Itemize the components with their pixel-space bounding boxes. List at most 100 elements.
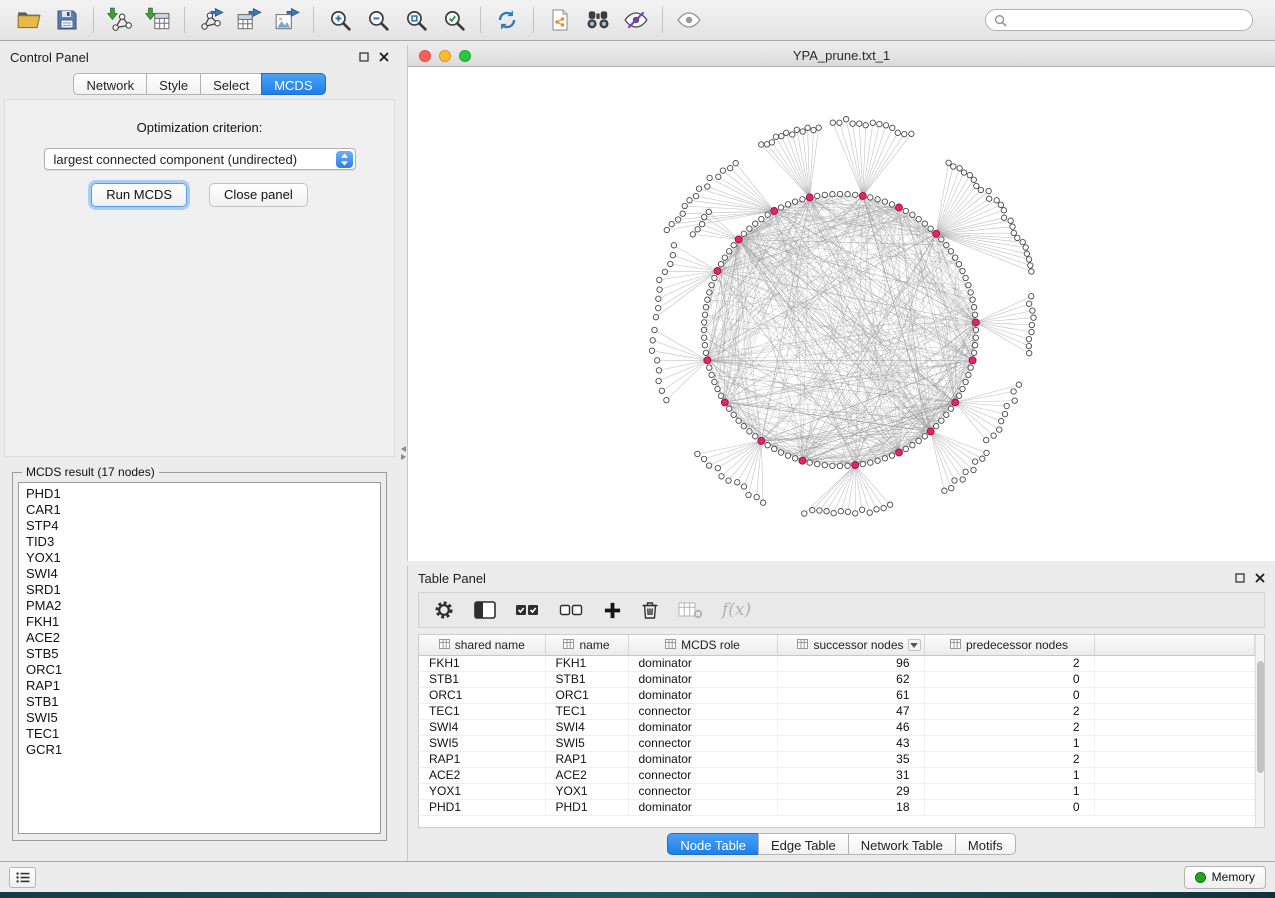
toolbar-search[interactable] (985, 9, 1253, 31)
tab-mcds[interactable]: MCDS (261, 73, 325, 95)
mcds-result-item[interactable]: TID3 (26, 534, 380, 550)
status-bar: Memory (0, 861, 1275, 892)
tab-select[interactable]: Select (200, 73, 262, 95)
sort-chevron-icon[interactable] (908, 639, 921, 651)
tab-node-table[interactable]: Node Table (667, 833, 759, 855)
table-row[interactable]: RAP1RAP1dominator352 (419, 751, 1255, 767)
mcds-result-item[interactable]: CAR1 (26, 502, 380, 518)
search-binoculars-button[interactable] (579, 2, 617, 38)
table-grid-icon (563, 638, 574, 652)
table-row[interactable]: STB1STB1dominator620 (419, 671, 1255, 687)
mcds-result-item[interactable]: STB1 (26, 694, 380, 710)
function-builder-button[interactable]: f(x) (722, 595, 751, 625)
float-panel-icon[interactable] (359, 50, 369, 65)
task-history-button[interactable] (9, 867, 36, 888)
zoom-selected-button[interactable] (435, 2, 473, 38)
select-all-button[interactable] (515, 595, 540, 625)
table-row[interactable]: YOX1YOX1connector291 (419, 783, 1255, 799)
table-row[interactable]: TEC1TEC1connector472 (419, 703, 1255, 719)
search-input[interactable] (1012, 13, 1244, 27)
table-scrollbar[interactable] (1255, 635, 1264, 827)
add-row-button[interactable] (603, 595, 622, 625)
table-scrollbar-thumb[interactable] (1257, 661, 1264, 773)
mcds-result-item[interactable]: ACE2 (26, 630, 380, 646)
network-window-titlebar[interactable]: YPA_prune.txt_1 (408, 45, 1275, 67)
refresh-button[interactable] (488, 2, 526, 38)
fx-icon: f(x) (722, 600, 751, 620)
minimize-window-button[interactable] (439, 50, 451, 62)
mcds-result-item[interactable]: PHD1 (26, 486, 380, 502)
mcds-result-item[interactable]: YOX1 (26, 550, 380, 566)
mcds-result-item[interactable]: ORC1 (26, 662, 380, 678)
mcds-result-item[interactable]: STP4 (26, 518, 380, 534)
mcds-result-item[interactable]: FKH1 (26, 614, 380, 630)
criterion-selected-value: largest connected component (undirected) (54, 152, 336, 167)
zoom-in-button[interactable] (321, 2, 359, 38)
table-header-row: shared namenameMCDS rolesuccessor nodesp… (419, 635, 1255, 655)
import-network-button[interactable] (101, 2, 139, 38)
mcds-result-item[interactable]: SWI4 (26, 566, 380, 582)
close-window-button[interactable] (419, 50, 431, 62)
zoom-fit-button[interactable] (397, 2, 435, 38)
table-row[interactable]: SWI4SWI4dominator462 (419, 719, 1255, 735)
deselect-all-button[interactable] (559, 595, 584, 625)
mcds-result-item[interactable]: GCR1 (26, 742, 380, 758)
tab-network[interactable]: Network (73, 73, 147, 95)
table-row[interactable]: PHD1PHD1dominator180 (419, 799, 1255, 815)
mcds-result-item[interactable]: SRD1 (26, 582, 380, 598)
share-document-button[interactable] (541, 2, 579, 38)
tab-edge-table[interactable]: Edge Table (758, 833, 849, 855)
export-network-button[interactable] (192, 2, 230, 38)
eye-icon (676, 7, 702, 33)
memory-button[interactable]: Memory (1184, 866, 1266, 889)
export-image-button[interactable] (268, 2, 306, 38)
show-columns-button[interactable] (474, 595, 496, 625)
table-settings-button[interactable] (433, 595, 455, 625)
network-graph[interactable] (408, 67, 1275, 561)
mcds-result-item[interactable]: RAP1 (26, 678, 380, 694)
float-panel-icon[interactable] (1235, 571, 1245, 586)
close-panel-icon[interactable] (1255, 571, 1265, 586)
node-table: shared namenameMCDS rolesuccessor nodesp… (418, 634, 1265, 828)
table-grid-icon (439, 638, 450, 652)
import-table-button[interactable] (139, 2, 177, 38)
network-view[interactable] (408, 67, 1275, 561)
tab-motifs[interactable]: Motifs (955, 833, 1016, 855)
mcds-result-list[interactable]: PHD1CAR1STP4TID3YOX1SWI4SRD1PMA2FKH1ACE2… (18, 482, 381, 834)
table-row[interactable]: ORC1ORC1dominator610 (419, 687, 1255, 703)
optimization-criterion-select[interactable]: largest connected component (undirected) (44, 148, 356, 170)
import-network-icon (107, 7, 133, 33)
table-row[interactable]: ACE2ACE2connector311 (419, 767, 1255, 783)
tab-network-table[interactable]: Network Table (848, 833, 956, 855)
column-header-MCDS-role[interactable]: MCDS role (628, 635, 777, 655)
table-grid-icon (797, 638, 808, 652)
run-mcds-button[interactable]: Run MCDS (91, 183, 187, 207)
column-header-predecessor-nodes[interactable]: predecessor nodes (924, 635, 1094, 655)
delete-row-button[interactable] (641, 595, 659, 625)
filter-eye-button[interactable] (617, 2, 655, 38)
column-header-name[interactable]: name (545, 635, 628, 655)
show-eye-button[interactable] (670, 2, 708, 38)
table-row[interactable]: FKH1FKH1dominator962 (419, 655, 1255, 671)
table-panel-title: Table Panel (418, 571, 486, 586)
mcds-result-item[interactable]: PMA2 (26, 598, 380, 614)
tab-style[interactable]: Style (146, 73, 201, 95)
mcds-result-item[interactable]: TEC1 (26, 726, 380, 742)
mcds-result-item[interactable]: STB5 (26, 646, 380, 662)
memory-label: Memory (1212, 870, 1255, 884)
column-header-shared-name[interactable]: shared name (419, 635, 545, 655)
open-button[interactable] (10, 2, 48, 38)
table-row[interactable]: SWI5SWI5connector431 (419, 735, 1255, 751)
mcds-result-title: MCDS result (17 nodes) (22, 465, 159, 479)
column-header-successor-nodes[interactable]: successor nodes (777, 635, 924, 655)
maximize-window-button[interactable] (459, 50, 471, 62)
close-panel-icon[interactable] (379, 50, 389, 65)
delete-table-button[interactable] (678, 595, 703, 625)
save-button[interactable] (48, 2, 86, 38)
zoom-out-button[interactable] (359, 2, 397, 38)
toolbar-separator (313, 7, 314, 33)
close-panel-button[interactable]: Close panel (209, 183, 308, 207)
export-table-button[interactable] (230, 2, 268, 38)
mcds-result-item[interactable]: SWI5 (26, 710, 380, 726)
vertical-splitter[interactable] (399, 45, 407, 861)
